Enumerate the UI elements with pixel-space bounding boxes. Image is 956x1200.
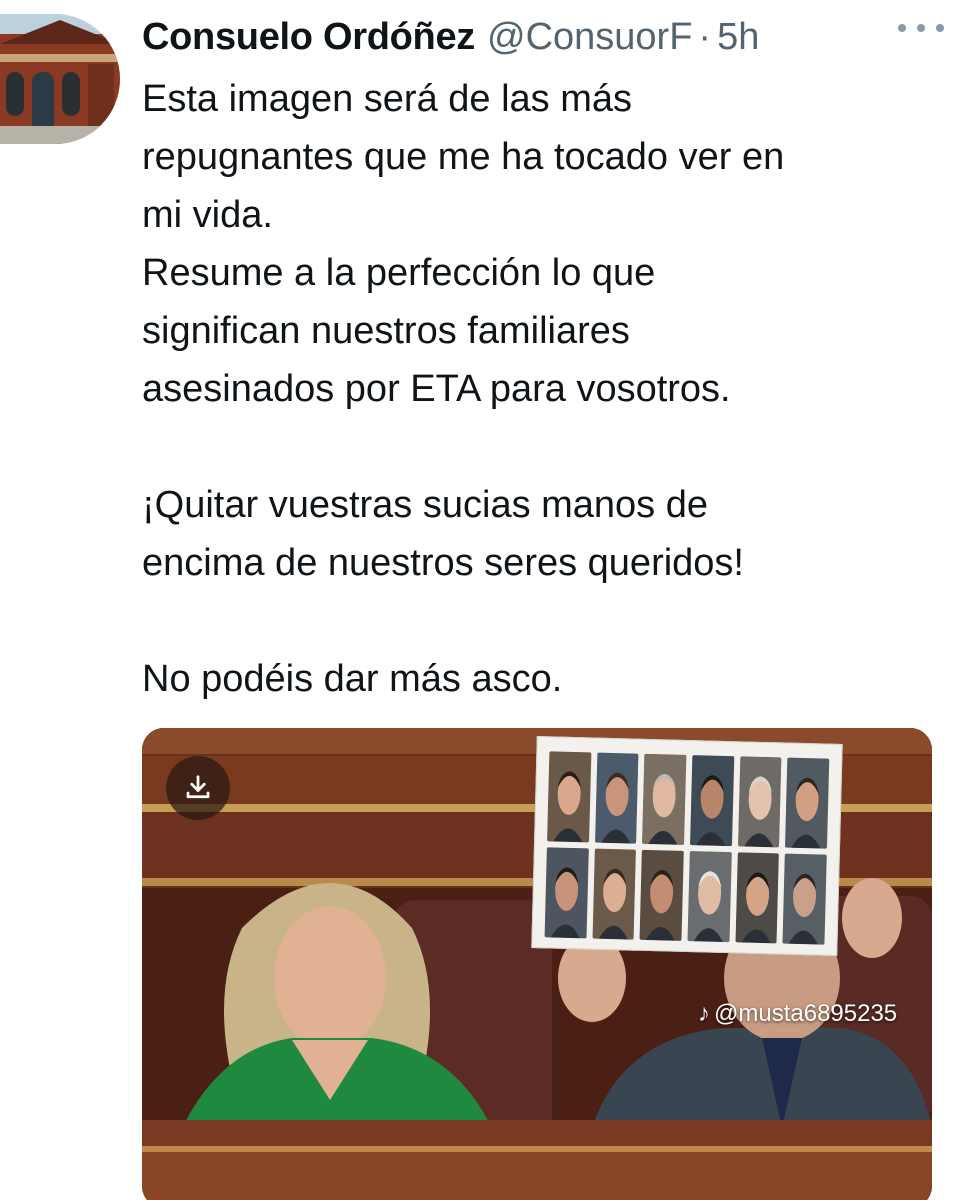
held-poster [531, 736, 843, 956]
separator-dot: · [698, 16, 712, 58]
tweet-text-line: mi vida. [142, 194, 273, 236]
poster-portrait [547, 751, 592, 843]
tweet-text-line: encima de nuestros seres queridos! [142, 542, 744, 584]
tweet-text: Esta imagen será de las más repugnantes q… [142, 70, 942, 708]
poster-portrait [544, 847, 589, 939]
poster-portrait [592, 848, 637, 940]
tweet-media[interactable]: ♪ @musta6895235 [142, 728, 932, 1200]
poster-portrait [735, 852, 780, 944]
poster-portrait [690, 755, 735, 847]
timestamp[interactable]: 5h [717, 12, 759, 62]
tweet-header: Consuelo Ordóñez @ConsuorF · 5h [142, 12, 942, 64]
tweet-text-line: Esta imagen será de las más [142, 78, 633, 120]
watermark-text: @musta6895235 [714, 1000, 898, 1027]
download-button[interactable] [166, 756, 230, 820]
tiktok-icon: ♪ [698, 1000, 710, 1027]
tweet-text-line: repugnantes que me ha tocado ver en [142, 136, 785, 178]
poster-portrait [687, 851, 732, 943]
tweet-text-line: Resume a la perfección lo que [142, 252, 656, 294]
author-handle[interactable]: @ConsuorF [487, 12, 692, 62]
download-icon [186, 775, 210, 799]
avatar[interactable] [0, 14, 120, 144]
poster-portrait [737, 756, 782, 848]
poster-portrait [594, 752, 639, 844]
tweet-text-line: significan nuestros familiares [142, 310, 630, 352]
tiktok-watermark: ♪ @musta6895235 [698, 1000, 897, 1028]
poster-portrait [782, 853, 827, 945]
poster-portrait [639, 849, 684, 941]
tweet[interactable]: Consuelo Ordóñez @ConsuorF · 5h Esta ima… [0, 0, 956, 1200]
author-display-name[interactable]: Consuelo Ordóñez [142, 12, 475, 62]
tweet-text-line: ¡Quitar vuestras sucias manos de [142, 484, 709, 526]
more-options-icon[interactable] [898, 16, 944, 40]
poster-portrait [785, 757, 830, 849]
tweet-text-line: No podéis dar más asco. [142, 658, 563, 700]
poster-portrait [642, 753, 687, 845]
tweet-text-line: asesinados por ETA para vosotros. [142, 368, 731, 410]
